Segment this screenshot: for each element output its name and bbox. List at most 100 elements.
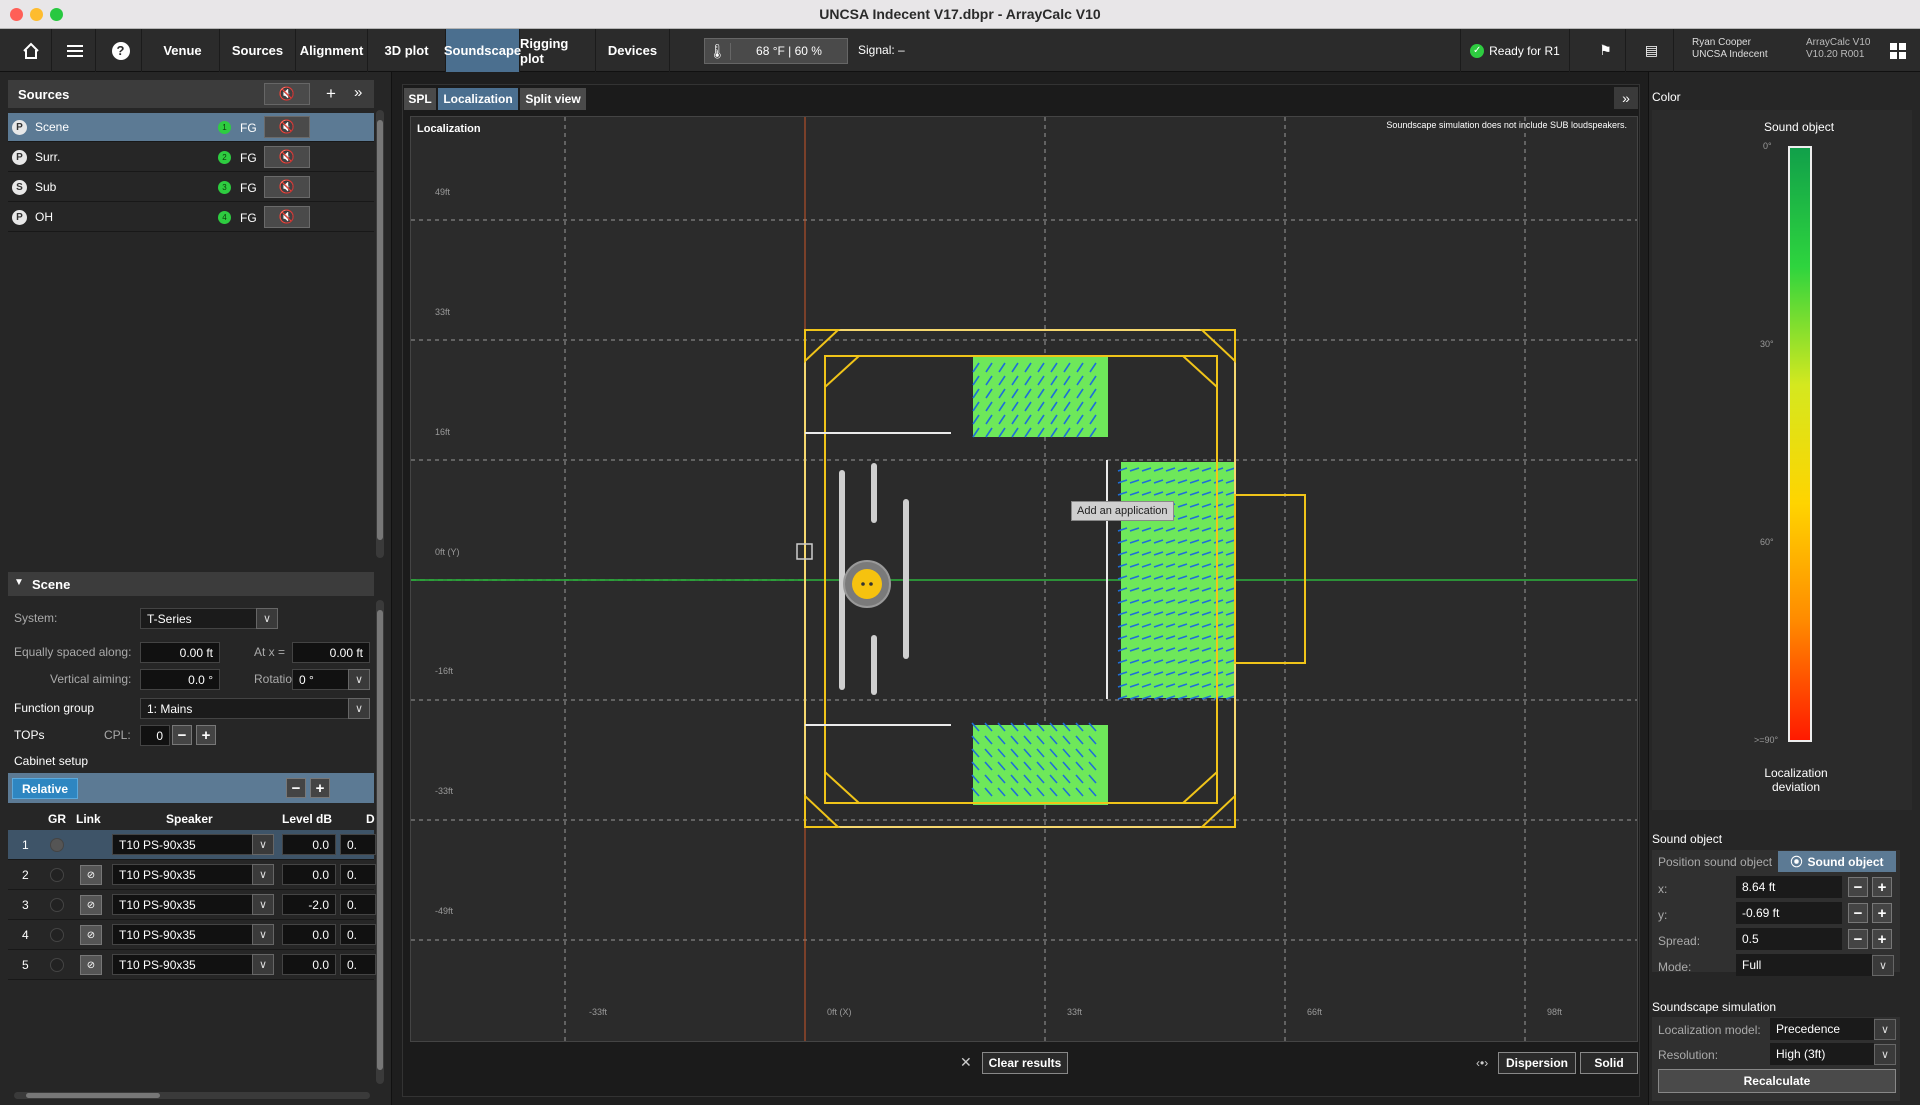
clear-results-button[interactable]: Clear results [982, 1052, 1068, 1074]
home-icon[interactable] [10, 29, 52, 72]
mute-icon[interactable]: 🔇 [264, 206, 310, 228]
localization-plot[interactable]: Localization Soundscape simulation does … [410, 116, 1638, 1042]
tab-venue[interactable]: Venue [146, 29, 220, 72]
tab-sources[interactable]: Sources [220, 29, 296, 72]
dispersion-button[interactable]: Dispersion [1498, 1052, 1576, 1074]
tab-split-view[interactable]: Split view [520, 88, 586, 110]
tab-spl[interactable]: SPL [404, 88, 436, 110]
source-row[interactable]: P Surr. 2 FG 🔇 [8, 143, 374, 172]
recalculate-button[interactable]: Recalculate [1658, 1069, 1896, 1093]
gr-radio[interactable] [50, 958, 64, 972]
y-increment-button[interactable]: + [1872, 903, 1892, 923]
expand-panel-button[interactable]: » [1614, 87, 1638, 109]
chevron-down-icon[interactable]: ∨ [252, 924, 274, 945]
link-icon[interactable]: ⊘ [80, 955, 102, 975]
hamburger-icon[interactable] [54, 29, 96, 72]
level-field[interactable]: 0.0 [282, 924, 336, 945]
tab-devices[interactable]: Devices [596, 29, 670, 72]
add-cabinet-button[interactable]: + [310, 778, 330, 798]
equally-spaced-field[interactable]: 0.00 ft [140, 642, 220, 663]
relative-toggle[interactable]: Relative [12, 778, 78, 799]
mute-icon[interactable]: 🔇 [264, 146, 310, 168]
table-row[interactable]: 1 T10 PS-90x35 ∨ 0.0 0. [8, 830, 376, 860]
mute-icon[interactable]: 🔇 [264, 176, 310, 198]
mute-all-icon[interactable]: 🔇 [264, 83, 310, 105]
plot-canvas[interactable] [411, 117, 1638, 1042]
resolution-select[interactable]: High (3ft) [1770, 1043, 1874, 1065]
delay-field[interactable]: 0. [340, 924, 376, 945]
sources-scrollbar[interactable] [376, 110, 384, 558]
chevron-down-icon[interactable]: ∨ [348, 698, 370, 719]
tab-localization[interactable]: Localization [438, 88, 518, 110]
x-increment-button[interactable]: + [1872, 877, 1892, 897]
grid-layout-icon[interactable] [1878, 29, 1918, 72]
cpl-increment-button[interactable]: + [196, 725, 216, 745]
speaker-select[interactable]: T10 PS-90x35 [112, 894, 254, 915]
table-row[interactable]: 2 ⊘ T10 PS-90x35 ∨ 0.0 0. [8, 860, 376, 890]
mute-icon[interactable]: 🔇 [264, 116, 310, 138]
level-field[interactable]: 0.0 [282, 954, 336, 975]
chevron-down-icon[interactable]: ∨ [1872, 955, 1894, 976]
vertical-aiming-field[interactable]: 0.0 ° [140, 669, 220, 690]
tab-rigging-plot[interactable]: Rigging plot [520, 29, 596, 72]
ready-status[interactable]: ✓ Ready for R1 [1460, 29, 1570, 72]
remove-cabinet-button[interactable]: − [286, 778, 306, 798]
y-field[interactable]: -0.69 ft [1736, 902, 1842, 924]
gr-radio[interactable] [50, 898, 64, 912]
tab-soundscape[interactable]: Soundscape [444, 29, 521, 72]
add-source-button[interactable]: + [326, 84, 336, 104]
y-decrement-button[interactable]: − [1848, 903, 1868, 923]
spread-field[interactable]: 0.5 [1736, 928, 1842, 950]
level-field[interactable]: 0.0 [282, 864, 336, 885]
scene-scrollbar[interactable] [376, 600, 384, 1084]
link-icon[interactable]: ⊘ [80, 925, 102, 945]
table-row[interactable]: 5 ⊘ T10 PS-90x35 ∨ 0.0 0. [8, 950, 376, 980]
chevron-down-icon[interactable]: ∨ [252, 834, 274, 855]
view-options-icon[interactable]: ▤ [1630, 29, 1674, 72]
gr-radio[interactable] [50, 928, 64, 942]
source-row[interactable]: S Sub 3 FG 🔇 [8, 173, 374, 202]
gr-radio[interactable] [50, 838, 64, 852]
localization-model-select[interactable]: Precedence [1770, 1018, 1874, 1040]
chevron-down-icon[interactable]: ∨ [252, 894, 274, 915]
gr-radio[interactable] [50, 868, 64, 882]
chevron-down-icon[interactable]: ∨ [252, 954, 274, 975]
close-icon[interactable]: ✕ [960, 1054, 972, 1071]
mode-select[interactable]: Full [1736, 954, 1872, 976]
chevron-down-icon[interactable]: ∨ [1874, 1044, 1896, 1065]
spread-decrement-button[interactable]: − [1848, 929, 1868, 949]
scene-header[interactable]: ▼ Scene [8, 572, 374, 596]
delay-field[interactable]: 0. [340, 834, 376, 855]
table-row[interactable]: 4 ⊘ T10 PS-90x35 ∨ 0.0 0. [8, 920, 376, 950]
table-row[interactable]: 3 ⊘ T10 PS-90x35 ∨ -2.0 0. [8, 890, 376, 920]
x-decrement-button[interactable]: − [1848, 877, 1868, 897]
tab-alignment[interactable]: Alignment [296, 29, 368, 72]
level-field[interactable]: 0.0 [282, 834, 336, 855]
temperature-control[interactable]: 🌡 68 °F | 60 % [704, 38, 848, 64]
position-sound-object-button[interactable]: ⦿ Sound object [1778, 851, 1896, 872]
speaker-select[interactable]: T10 PS-90x35 [112, 924, 254, 945]
speaker-select[interactable]: T10 PS-90x35 [112, 864, 254, 885]
scene-hscrollbar[interactable] [14, 1092, 370, 1099]
spread-increment-button[interactable]: + [1872, 929, 1892, 949]
source-row[interactable]: P Scene 1 FG 🔇 [8, 113, 374, 142]
x-field[interactable]: 8.64 ft [1736, 876, 1842, 898]
delay-field[interactable]: 0. [340, 864, 376, 885]
tab-3d-plot[interactable]: 3D plot [368, 29, 446, 72]
chevron-down-icon[interactable]: ∨ [1874, 1019, 1896, 1040]
help-icon[interactable]: ? [100, 29, 142, 72]
cpl-field[interactable]: 0 [140, 725, 170, 746]
level-field[interactable]: -2.0 [282, 894, 336, 915]
speaker-select[interactable]: T10 PS-90x35 [112, 954, 254, 975]
link-icon[interactable]: ⊘ [80, 895, 102, 915]
source-row[interactable]: P OH 4 FG 🔇 [8, 203, 374, 232]
chevron-down-icon[interactable]: ∨ [348, 669, 370, 690]
function-group-select[interactable]: 1: Mains [140, 698, 370, 719]
link-icon[interactable]: ⊘ [80, 865, 102, 885]
chevron-down-icon[interactable]: ∨ [256, 608, 278, 629]
chevron-down-icon[interactable]: ∨ [252, 864, 274, 885]
delay-field[interactable]: 0. [340, 894, 376, 915]
at-x-field[interactable]: 0.00 ft [292, 642, 370, 663]
delay-field[interactable]: 0. [340, 954, 376, 975]
collapse-panel-button[interactable]: » [354, 84, 362, 101]
